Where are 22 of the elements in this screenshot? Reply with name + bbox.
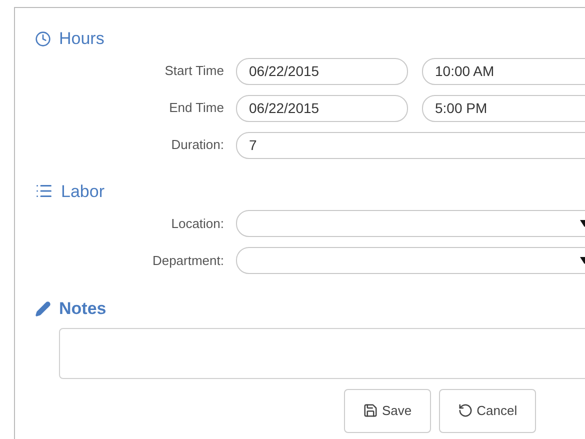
cancel-button[interactable]: Cancel <box>438 388 536 432</box>
clock-icon <box>35 30 51 47</box>
dropdown-field[interactable] <box>236 210 585 237</box>
save-button[interactable]: Save <box>344 388 431 432</box>
time-field[interactable]: 10:00 AM <box>422 58 585 84</box>
section-title: Labor <box>61 180 104 202</box>
section-title: Hours <box>59 28 104 50</box>
time-field[interactable]: 5:00 PM <box>422 94 585 122</box>
dropdown-field[interactable] <box>236 247 585 274</box>
duration-field[interactable]: 7 <box>236 132 585 158</box>
field-label: Start Time <box>164 62 225 80</box>
date-field[interactable]: 06/22/2015 <box>236 94 408 122</box>
field-label: End Time <box>168 99 225 118</box>
pencil-icon <box>35 300 51 317</box>
save-icon <box>363 403 378 418</box>
notes-field[interactable] <box>59 328 585 378</box>
date-field[interactable]: 06/22/2015 <box>236 58 408 84</box>
undo-icon <box>458 403 473 418</box>
field-label: Duration: <box>170 136 225 154</box>
field-label: Location: <box>170 214 225 233</box>
field-label: Department: <box>151 252 225 270</box>
section-title: Notes <box>59 298 106 320</box>
